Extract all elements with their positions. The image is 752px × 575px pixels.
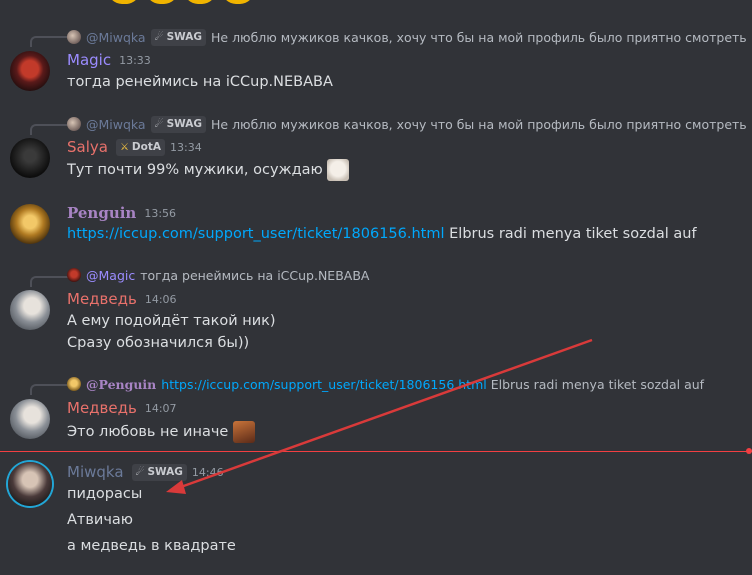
arrow-head bbox=[166, 480, 186, 494]
annotation-arrow bbox=[166, 338, 593, 494]
arrow-shaft bbox=[177, 338, 593, 490]
